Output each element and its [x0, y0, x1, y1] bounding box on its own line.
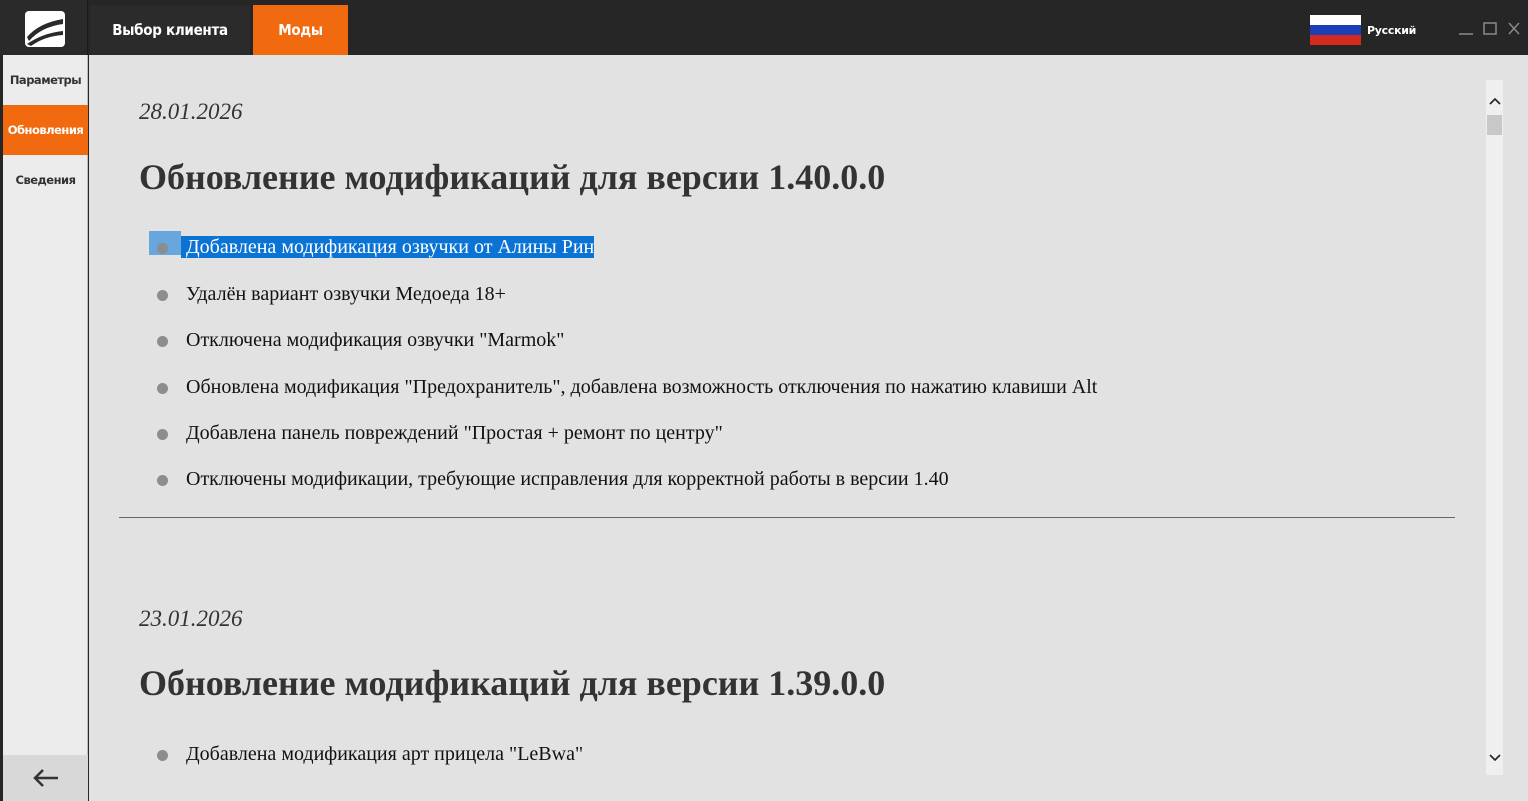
update-title: Обновление модификаций для версии 1.40.0…	[139, 157, 886, 197]
updates-content: 28.01.2026 Обновление модификаций для ве…	[89, 55, 1528, 801]
sidebar-item-info[interactable]: Сведения	[3, 155, 88, 205]
bullet-icon	[157, 750, 168, 761]
close-icon	[1508, 22, 1520, 35]
bullet-icon	[157, 243, 168, 254]
selected-text: Добавлена модификация озвучки от Алины Р…	[181, 236, 595, 258]
list-item: Удалён вариант озвучки Медоеда 18+	[186, 283, 506, 305]
maximize-button[interactable]	[1481, 20, 1499, 40]
sidebar-item-label: Сведения	[15, 173, 77, 187]
list-item: Добавлена панель повреждений "Простая + …	[186, 422, 723, 444]
bullet-icon	[157, 336, 168, 347]
chevron-down-icon	[1488, 754, 1501, 762]
russia-flag-icon	[1310, 15, 1361, 45]
bullet-icon	[157, 290, 168, 301]
list-item: Добавлена модификация озвучки от Алины Р…	[181, 236, 595, 259]
sidebar-item-label: Параметры	[9, 73, 82, 87]
sidebar: Параметры Обновления Сведения	[3, 55, 88, 801]
list-item: Отключены модификации, требующие исправл…	[186, 468, 949, 490]
list-item: Добавлена модификация арт прицела "LeBwa…	[186, 743, 584, 765]
scroll-thumb[interactable]	[1487, 115, 1502, 135]
language-label: Русский	[1367, 23, 1417, 37]
sidebar-item-label: Обновления	[7, 123, 84, 137]
list-item: Отключена модификация озвучки "Marmok"	[186, 329, 565, 351]
tab-mods[interactable]: Моды	[253, 5, 348, 55]
chevron-up-icon	[1488, 97, 1501, 105]
update-title: Обновление модификаций для версии 1.39.0…	[139, 663, 886, 703]
logo-icon	[25, 11, 65, 47]
top-bar: Выбор клиента Моды Русский	[0, 0, 1528, 55]
sidebar-item-parameters[interactable]: Параметры	[3, 55, 88, 105]
bullet-icon	[157, 429, 168, 440]
back-button[interactable]	[3, 755, 88, 801]
scrollbar[interactable]	[1486, 80, 1503, 775]
app-window: Выбор клиента Моды Русский Параметры Обн…	[0, 0, 1528, 801]
minimize-button[interactable]	[1457, 20, 1475, 40]
close-button[interactable]	[1505, 20, 1523, 40]
update-date: 23.01.2026	[139, 606, 243, 631]
update-date: 28.01.2026	[139, 99, 243, 124]
list-item: Обновлена модификация "Предохранитель", …	[186, 376, 1098, 398]
arrow-left-icon	[32, 769, 58, 787]
divider	[119, 517, 1455, 518]
tab-client-select[interactable]: Выбор клиента	[90, 5, 250, 55]
minimize-icon	[1459, 33, 1473, 35]
language-selector[interactable]: Русский	[1310, 15, 1430, 45]
sidebar-item-updates[interactable]: Обновления	[3, 105, 88, 155]
scroll-up-button[interactable]	[1486, 92, 1503, 110]
app-logo[interactable]	[0, 0, 88, 55]
maximize-icon	[1483, 22, 1497, 35]
scroll-down-button[interactable]	[1486, 749, 1503, 767]
bullet-icon	[157, 475, 168, 486]
bullet-icon	[157, 383, 168, 394]
